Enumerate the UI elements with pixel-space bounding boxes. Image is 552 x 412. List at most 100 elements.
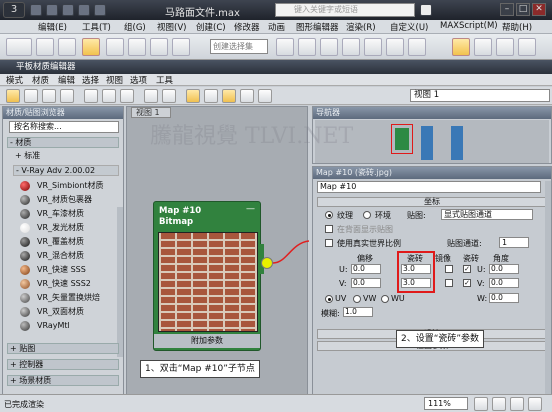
material-item[interactable]: VR_双面材质: [17, 305, 119, 319]
sme-menu-options[interactable]: 选项: [130, 74, 147, 86]
mirror-icon[interactable]: [172, 38, 190, 56]
zoom-icon[interactable]: [492, 397, 506, 411]
close-button[interactable]: ✕: [532, 3, 546, 16]
zoom-region-icon[interactable]: [528, 397, 542, 411]
material-map-browser-icon[interactable]: [222, 89, 236, 103]
sme-menu-utilities[interactable]: 工具: [156, 74, 173, 86]
selection-filter-dropdown[interactable]: [6, 38, 32, 56]
node-footer[interactable]: 附加参数: [154, 334, 260, 348]
menu-customize[interactable]: 自定义(U): [390, 21, 428, 33]
zoom-dropdown[interactable]: 111%: [424, 397, 468, 410]
select-tool-icon[interactable]: [6, 89, 20, 103]
w-angle-spinner[interactable]: 0.0: [489, 293, 519, 303]
output-connector-icon[interactable]: [261, 257, 273, 269]
pick-material-icon[interactable]: [24, 89, 38, 103]
sme-menu-modes[interactable]: 模式: [6, 74, 23, 86]
wu-radio[interactable]: [381, 295, 389, 303]
help-search-icon[interactable]: [420, 4, 432, 16]
unlink-icon[interactable]: [58, 38, 76, 56]
material-item[interactable]: VR_Simbiont材质: [17, 179, 119, 193]
category-maps[interactable]: + 贴图: [7, 343, 119, 354]
menu-edit[interactable]: 编辑(E): [38, 21, 67, 33]
sme-menu-material[interactable]: 材质: [32, 74, 49, 86]
menu-create[interactable]: 创建(C): [196, 21, 226, 33]
v-angle-spinner[interactable]: 0.0: [489, 278, 519, 288]
undo-icon[interactable]: [78, 4, 90, 16]
graphite-ribbon-icon[interactable]: [342, 38, 360, 56]
show-in-background-checkbox[interactable]: [325, 225, 333, 233]
uv-radio[interactable]: [325, 295, 333, 303]
spinner-snap-icon[interactable]: [150, 38, 168, 56]
vw-radio[interactable]: [353, 295, 361, 303]
select-link-icon[interactable]: [36, 38, 54, 56]
group-vray[interactable]: - V-Ray Adv 2.00.02: [13, 165, 119, 176]
layer-manager-icon[interactable]: [320, 38, 338, 56]
render-setup-icon[interactable]: [452, 38, 470, 56]
collapse-icon[interactable]: —: [246, 204, 255, 214]
teapot-render-icon[interactable]: [518, 38, 536, 56]
redo-icon[interactable]: [94, 4, 106, 16]
material-item[interactable]: VR_车漆材质: [17, 207, 119, 221]
help-search-input[interactable]: 键入关键字或短语: [275, 3, 415, 17]
category-scene-materials[interactable]: + 场景材质: [7, 375, 119, 386]
menu-modifiers[interactable]: 修改器: [234, 21, 260, 33]
u-angle-spinner[interactable]: 0.0: [489, 264, 519, 274]
maximize-button[interactable]: □: [516, 3, 530, 16]
category-controllers[interactable]: + 控制器: [7, 359, 119, 370]
delete-selected-icon[interactable]: [84, 89, 98, 103]
environment-radio[interactable]: [363, 211, 371, 219]
material-item[interactable]: VR_发光材质: [17, 221, 119, 235]
view-tab[interactable]: 视图 1: [131, 107, 171, 118]
material-item[interactable]: VR_覆盖材质: [17, 235, 119, 249]
menu-tools[interactable]: 工具(T): [82, 21, 111, 33]
material-item[interactable]: VR_矢量置换烘焙: [17, 291, 119, 305]
pan-icon[interactable]: [474, 397, 488, 411]
bitmap-node[interactable]: Map #10 Bitmap — 附加参数: [153, 201, 264, 351]
v-mirror-checkbox[interactable]: [445, 279, 453, 287]
material-item[interactable]: VR_混合材质: [17, 249, 119, 263]
open-file-icon[interactable]: [46, 4, 58, 16]
texture-radio[interactable]: [325, 211, 333, 219]
assign-material-icon[interactable]: [60, 89, 74, 103]
zoom-extents-icon[interactable]: [510, 397, 524, 411]
menu-help[interactable]: 帮助(H): [502, 21, 532, 33]
mapping-dropdown[interactable]: 显式贴图通道: [441, 209, 533, 220]
menu-views[interactable]: 视图(V): [157, 21, 186, 33]
show-map-in-viewport-icon[interactable]: [144, 89, 158, 103]
material-item[interactable]: VR_快速 SSS: [17, 263, 119, 277]
category-materials[interactable]: - 材质: [7, 137, 119, 148]
new-file-icon[interactable]: [30, 4, 42, 16]
menu-rendering[interactable]: 渲染(R): [346, 21, 376, 33]
angle-snap-icon[interactable]: [106, 38, 124, 56]
view-selector-dropdown[interactable]: 视图 1: [410, 89, 550, 102]
schematic-view-icon[interactable]: [386, 38, 404, 56]
render-production-icon[interactable]: [496, 38, 514, 56]
group-standard[interactable]: + 标准: [13, 151, 119, 162]
select-by-material-icon[interactable]: [258, 89, 272, 103]
app-logo-icon[interactable]: 3: [3, 2, 25, 18]
material-item[interactable]: VRayMtl: [17, 319, 119, 333]
percent-snap-icon[interactable]: [128, 38, 146, 56]
blur-spinner[interactable]: 1.0: [343, 307, 373, 317]
u-offset-spinner[interactable]: 0.0: [351, 264, 381, 274]
mirror-tool-icon[interactable]: [276, 38, 294, 56]
browser-search-input[interactable]: 按名称搜索...: [9, 121, 119, 133]
layout-children-icon[interactable]: [204, 89, 218, 103]
sme-menu-view[interactable]: 视图: [106, 74, 123, 86]
material-editor-icon[interactable]: [408, 38, 426, 56]
menu-animation[interactable]: 动画: [268, 21, 285, 33]
v-tile-checkbox[interactable]: ✓: [463, 279, 471, 287]
material-item[interactable]: VR_快速 SSS2: [17, 277, 119, 291]
menu-maxscript[interactable]: MAXScript(M): [440, 21, 498, 31]
menu-graph-editors[interactable]: 图形编辑器: [296, 21, 339, 33]
sme-menu-edit[interactable]: 编辑: [58, 74, 75, 86]
parameter-editor-icon[interactable]: [240, 89, 254, 103]
u-mirror-checkbox[interactable]: [445, 265, 453, 273]
map-name-field[interactable]: Map #10: [317, 181, 541, 193]
browser-scrollbar[interactable]: [117, 207, 123, 357]
v-offset-spinner[interactable]: 0.0: [351, 278, 381, 288]
minimize-button[interactable]: –: [500, 3, 514, 16]
align-icon[interactable]: [298, 38, 316, 56]
menu-group[interactable]: 组(G): [124, 21, 146, 33]
hide-unused-icon[interactable]: [120, 89, 134, 103]
